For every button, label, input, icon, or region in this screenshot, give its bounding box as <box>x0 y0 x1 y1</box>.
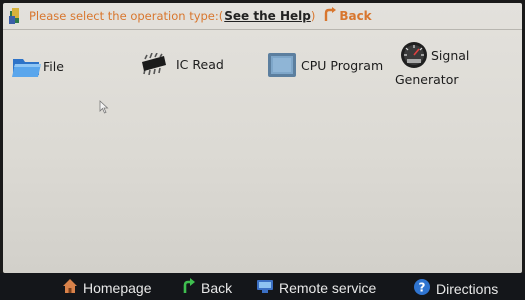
directions-label: Directions <box>436 280 499 297</box>
question-icon: ? <box>413 278 431 299</box>
cpu-program-option[interactable]: CPU Program <box>267 52 383 78</box>
signal-generator-option[interactable]: Signal Generator <box>393 40 493 90</box>
cpu-program-icon <box>267 52 297 78</box>
remote-service-icon <box>256 278 274 297</box>
back-arrow-icon <box>323 7 337 25</box>
back-button[interactable]: Back <box>182 278 232 297</box>
homepage-button[interactable]: Homepage <box>62 278 152 297</box>
main-screen: Please select the operation type:( See t… <box>3 3 522 273</box>
remote-service-button[interactable]: Remote service <box>256 278 376 297</box>
mouse-cursor-icon <box>99 99 109 118</box>
signal-label: Signal <box>431 48 470 63</box>
remote-service-label: Remote service <box>279 279 377 296</box>
folder-icon <box>11 53 43 79</box>
homepage-label: Homepage <box>83 279 152 296</box>
back-arrow-icon-green <box>182 278 196 297</box>
ic-read-option[interactable]: IC Read <box>140 53 224 75</box>
back-label-top: Back <box>339 9 372 23</box>
generator-label: Generator <box>395 72 459 87</box>
home-icon <box>62 278 78 297</box>
file-option[interactable]: File <box>11 53 64 79</box>
directions-button[interactable]: ? Directions <box>413 278 498 299</box>
header-bar: Please select the operation type:( See t… <box>3 3 522 30</box>
back-button-top[interactable]: Back <box>323 7 372 25</box>
prompt-paren: ) <box>310 9 316 23</box>
see-help-link[interactable]: See the Help <box>224 9 311 23</box>
ic-read-label: IC Read <box>176 56 224 72</box>
gauge-icon <box>397 40 431 68</box>
file-label: File <box>43 58 64 74</box>
bottom-nav-bar: Homepage Back Remote service ? Direction… <box>0 273 525 300</box>
app-logo-icon <box>7 7 23 25</box>
chip-icon <box>140 53 168 75</box>
back-label: Back <box>201 279 233 296</box>
cpu-program-label: CPU Program <box>301 57 384 73</box>
svg-text:?: ? <box>419 281 426 295</box>
operation-prompt: Please select the operation type:( <box>29 9 224 23</box>
